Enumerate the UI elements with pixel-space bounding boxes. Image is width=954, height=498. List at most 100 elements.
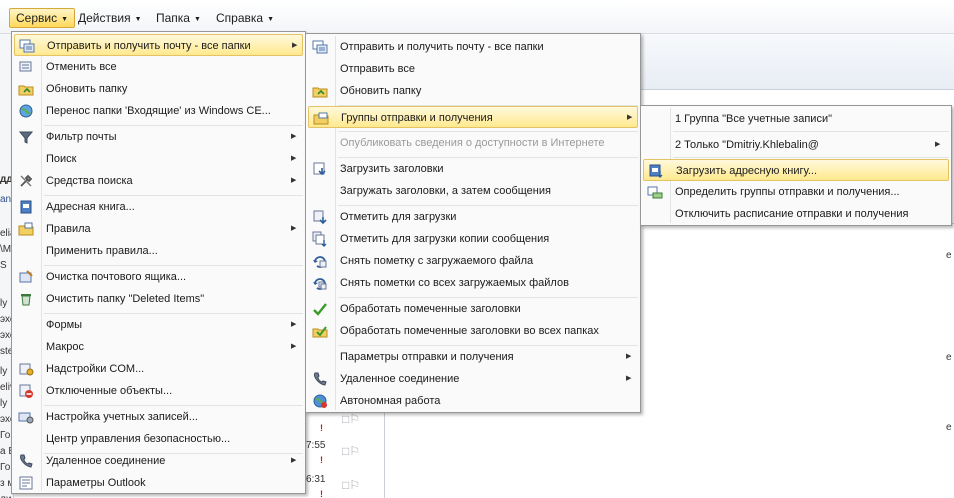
globe-icon [19, 104, 33, 118]
submenu-item-process-headers[interactable]: Обработать помеченные заголовки [308, 298, 638, 320]
menubar-item-folder[interactable]: Папка ▼ [150, 8, 207, 28]
menu-item-trust-center[interactable]: Центр управления безопасностью... [14, 428, 303, 450]
com-addins-icon [19, 363, 34, 376]
submenu-item-groups[interactable]: Группы отправки и получения ▶ [308, 106, 638, 128]
phone-icon [20, 454, 33, 468]
menu-item-outlook-options[interactable]: Параметры Outlook [14, 472, 303, 494]
menu-item-mailbox-cleanup[interactable]: Очистка почтового ящика... [14, 266, 303, 288]
mark-copy-icon [312, 231, 327, 247]
submenu-arrow-icon: ▶ [291, 177, 297, 184]
submenu-arrow-icon: ▶ [626, 353, 632, 360]
check-icon [313, 303, 327, 316]
flag-icon[interactable]: □⚐ [342, 412, 360, 426]
menu-item-apply-rules[interactable]: Применить правила... [14, 240, 303, 262]
submenu-item-download-headers-messages[interactable]: Загружать заголовки, а затем сообщения [308, 180, 638, 202]
submenu-arrow-icon: ▶ [291, 133, 297, 140]
submenu-item-remote-connection[interactable]: Удаленное соединение ▶ [308, 368, 638, 390]
chevron-down-icon: ▼ [134, 16, 142, 23]
account-settings-icon [18, 412, 34, 424]
menu-bar: Сервис ▼ Действия ▼ Папка ▼ Справка ▼ [0, 0, 954, 34]
nav-fragment: Го [0, 430, 11, 441]
flag-icon[interactable]: □⚐ [342, 478, 360, 492]
submenu-item-process-headers-all[interactable]: Обработать помеченные заголовки во всех … [308, 320, 638, 342]
menu-item-address-book[interactable]: Адресная книга... [14, 196, 303, 218]
submenu-item-publish-freebusy: Опубликовать сведения о доступности в Ин… [340, 137, 605, 149]
menu-item-search-tools[interactable]: Средства поиска ▶ [14, 170, 303, 192]
submenu-arrow-icon: ▶ [935, 141, 941, 148]
menu-separator [673, 157, 949, 158]
unmark-all-icon [313, 278, 327, 290]
submenu-arrow-icon: ▶ [292, 42, 298, 49]
menu-item-mail-filter[interactable]: Фильтр почты ▶ [14, 126, 303, 148]
submenu-item-unmark[interactable]: Снять пометку с загружаемого файла [308, 250, 638, 272]
menu-separator [673, 131, 949, 132]
menubar-item-actions[interactable]: Действия ▼ [72, 8, 148, 28]
nav-fragment: S [0, 260, 7, 271]
message-time: 7:55 [306, 440, 326, 451]
tools-icon [20, 174, 33, 187]
submenu-item-update-folder[interactable]: Обновить папку [308, 80, 638, 102]
menu-item-search[interactable]: Поиск ▶ [14, 148, 303, 170]
send-receive-icon [312, 40, 328, 54]
mark-download-icon [313, 210, 327, 225]
download-headers-icon [313, 162, 326, 176]
menu-item-rules[interactable]: Правила ▶ [14, 218, 303, 240]
groups-item-download-address-book[interactable]: Загрузить адресную книгу... [643, 159, 949, 181]
send-receive-submenu: Отправить и получить почту - все папки О… [305, 33, 641, 413]
download-address-book-icon [649, 164, 663, 178]
menu-item-remote-connection[interactable]: Удаленное соединение ▶ [14, 450, 303, 472]
menu-item-cancel-all[interactable]: Отменить все [14, 56, 303, 78]
cancel-all-icon [19, 61, 32, 72]
submenu-item-send-receive-settings[interactable]: Параметры отправки и получения ▶ [308, 346, 638, 368]
flag-icon[interactable]: □⚐ [342, 444, 360, 458]
menubar-item-service[interactable]: Сервис ▼ [9, 8, 76, 28]
submenu-item-send-all[interactable]: Отправить все [308, 58, 638, 80]
importance-icon: ! [320, 489, 323, 498]
submenu-item-work-offline[interactable]: Автономная работа [308, 390, 638, 412]
nav-fragment: ly [0, 366, 8, 377]
chevron-down-icon: ▼ [267, 16, 275, 23]
nav-fragment: ли [0, 494, 11, 498]
send-receive-icon [19, 39, 35, 53]
submenu-item-download-headers[interactable]: Загрузить заголовки [308, 158, 638, 180]
process-all-icon [312, 326, 328, 338]
groups-item-define-groups[interactable]: Определить группы отправки и получения..… [643, 181, 949, 203]
rules-icon [18, 222, 34, 236]
submenu-arrow-icon: ▶ [627, 114, 633, 121]
disabled-items-icon [19, 384, 33, 398]
submenu-item-mark-download[interactable]: Отметить для загрузки [308, 206, 638, 228]
menubar-item-help[interactable]: Справка ▼ [210, 8, 280, 28]
outlook-options-icon [19, 476, 33, 490]
chevron-down-icon: ▼ [61, 16, 69, 23]
update-folder-icon [312, 87, 328, 98]
importance-icon: ! [320, 423, 323, 433]
phone-icon [314, 372, 327, 386]
submenu-item-mark-copy[interactable]: Отметить для загрузки копии сообщения [308, 228, 638, 250]
groups-item-disable-schedule[interactable]: Отключить расписание отправки и получени… [643, 203, 949, 225]
nav-fragment: ly [0, 398, 8, 409]
submenu-arrow-icon: ▶ [626, 375, 632, 382]
menu-item-empty-deleted[interactable]: Очистить папку "Deleted Items" [14, 288, 303, 310]
submenu-item-unmark-all[interactable]: Снять пометки со всех загружаемых файлов [308, 272, 638, 294]
message-time: 6:31 [306, 474, 326, 485]
menu-item-account-settings[interactable]: Настройка учетных записей... [14, 406, 303, 428]
submenu-item-send-receive-all[interactable]: Отправить и получить почту - все папки [308, 36, 638, 58]
menu-item-forms[interactable]: Формы ▶ [14, 314, 303, 336]
send-receive-groups-submenu: 1 Группа "Все учетные записи" 2 Только "… [640, 105, 952, 226]
menu-item-send-receive-all[interactable]: Отправить и получить почту - все папки ▶ [14, 34, 303, 56]
menu-item-macro[interactable]: Макрос ▶ [14, 336, 303, 358]
menu-item-update-folder[interactable]: Обновить папку [14, 78, 303, 100]
reading-fragment: е [946, 352, 952, 363]
groups-item-only-account[interactable]: 2 Только "Dmitriy.Khlebalin@ ▶ [643, 134, 949, 156]
filter-icon [18, 131, 34, 144]
ribbon-area [640, 34, 954, 90]
offline-icon [313, 394, 327, 408]
menu-item-disabled-items[interactable]: Отключенные объекты... [14, 380, 303, 402]
menu-item-transfer-inbox[interactable]: Перенос папки 'Входящие' из Windows CE..… [14, 100, 303, 122]
groups-item-all-accounts[interactable]: 1 Группа "Все учетные записи" [643, 108, 949, 130]
submenu-arrow-icon: ▶ [291, 225, 297, 232]
submenu-arrow-icon: ▶ [291, 457, 297, 464]
nav-fragment: \M [0, 244, 12, 255]
menu-item-com-addins[interactable]: Надстройки COM... [14, 358, 303, 380]
unmark-icon [313, 256, 327, 268]
